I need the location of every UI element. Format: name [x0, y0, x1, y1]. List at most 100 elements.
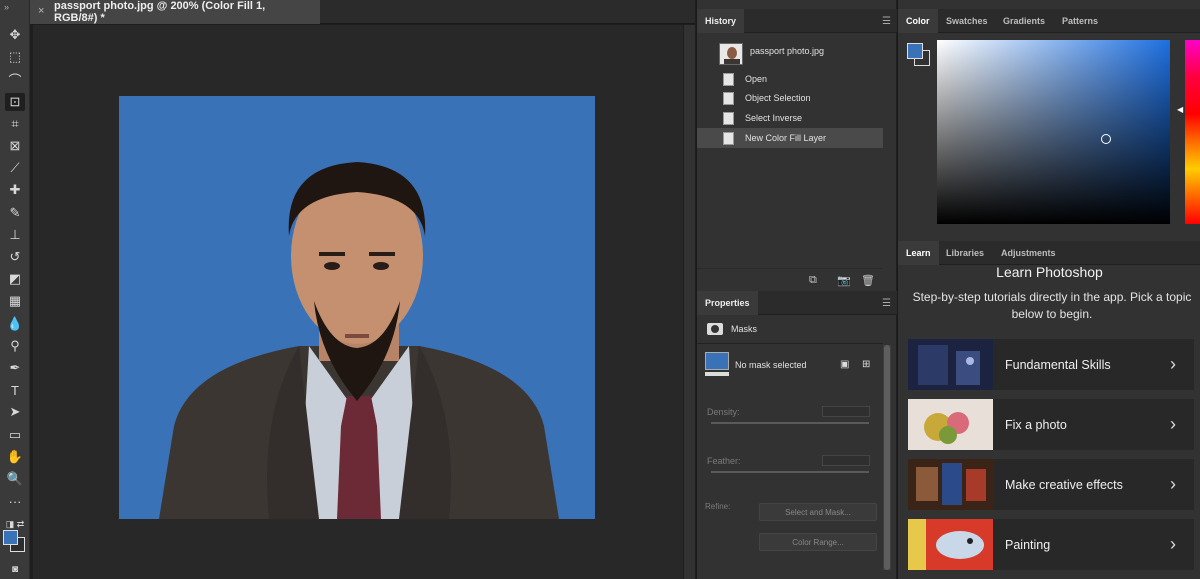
blur-tool-icon[interactable]: 💧	[5, 315, 25, 333]
history-brush-tool-icon[interactable]: ↺	[5, 248, 25, 266]
tab-adjustments[interactable]: Adjustments	[1001, 241, 1056, 265]
color-range-button[interactable]: Color Range...	[759, 533, 877, 551]
clone-stamp-tool-icon[interactable]: ⊥	[5, 226, 25, 244]
canvas-image[interactable]	[119, 96, 595, 519]
history-properties-column: History ☰ passport photo.jpg Open Object …	[696, 0, 897, 579]
collapse-toolbar-icon[interactable]: »	[4, 2, 9, 12]
properties-scrollbar[interactable]	[883, 345, 891, 570]
snapshot-thumbnail[interactable]	[719, 43, 743, 65]
select-and-mask-button[interactable]: Select and Mask...	[759, 503, 877, 521]
eyedropper-tool-icon[interactable]: ⟋	[5, 159, 25, 177]
history-menu-icon[interactable]: ☰	[882, 16, 891, 27]
tools-panel: » ✥ ⬚ ⌒ ⊡ ⌗ ⊠ ⟋ ✚ ✎ ⊥ ↺ ◩ ▦ 💧 ⚲ ✒ T ➤ ▭ ✋ 🔍 ··· ◨ ⇄ ◙	[0, 0, 30, 579]
document-tab[interactable]: × passport photo.jpg @ 200% (Color Fill …	[30, 0, 320, 24]
color-panel-tabbar: Color Swatches Gradients Patterns	[898, 9, 1200, 33]
eraser-tool-icon[interactable]: ◩	[5, 270, 25, 288]
learn-card-make-creative-effects[interactable]: Make creative effects ›	[908, 459, 1194, 510]
tab-history[interactable]: History	[697, 9, 745, 33]
card-thumbnail	[908, 399, 993, 450]
tab-gradients[interactable]: Gradients	[1003, 9, 1045, 33]
dodge-tool-icon[interactable]: ⚲	[5, 337, 25, 355]
tab-libraries[interactable]: Libraries	[946, 241, 984, 265]
properties-menu-icon[interactable]: ☰	[882, 298, 891, 309]
masks-section: Masks	[707, 323, 757, 335]
gradient-tool-icon[interactable]: ▦	[5, 292, 25, 310]
card-thumbnail	[908, 519, 993, 570]
add-vector-mask-icon[interactable]: ⊞	[862, 359, 870, 370]
canvas-scrollbar[interactable]	[684, 25, 695, 579]
document-icon	[723, 72, 734, 86]
chevron-right-icon: ›	[1170, 534, 1176, 554]
lasso-tool-icon[interactable]: ⌒	[5, 70, 25, 88]
delete-state-icon[interactable]: 🗑	[861, 274, 875, 287]
frame-tool-icon[interactable]: ⊠	[5, 137, 25, 155]
learn-subtitle: Step-by-step tutorials directly in the a…	[912, 290, 1192, 321]
portrait-photo	[159, 162, 559, 519]
object-selection-tool-icon[interactable]: ⊡	[5, 93, 25, 111]
learn-card-painting[interactable]: Painting ›	[908, 519, 1194, 570]
document-icon	[723, 91, 734, 105]
history-step-label: Object Selection	[745, 93, 811, 103]
chevron-right-icon: ›	[1170, 474, 1176, 494]
history-step-label: New Color Fill Layer	[745, 133, 827, 143]
feather-slider	[711, 471, 869, 473]
learn-panel-tabbar: Learn Libraries Adjustments	[898, 241, 1200, 265]
hue-slider[interactable]	[1185, 40, 1200, 224]
zoom-tool-icon[interactable]: 🔍	[5, 470, 25, 488]
more-tools-icon[interactable]: ···	[5, 492, 25, 510]
card-label: Fundamental Skills	[1005, 357, 1111, 372]
history-step[interactable]: Select Inverse	[697, 108, 883, 128]
crop-tool-icon[interactable]: ⌗	[5, 115, 25, 133]
hand-tool-icon[interactable]: ✋	[5, 448, 25, 466]
photoshop-window: » ✥ ⬚ ⌒ ⊡ ⌗ ⊠ ⟋ ✚ ✎ ⊥ ↺ ◩ ▦ 💧 ⚲ ✒ T ➤ ▭ ✋ 🔍 ··· ◨ ⇄ ◙ × passp…	[0, 0, 1200, 579]
chevron-right-icon: ›	[1170, 414, 1176, 434]
snapshot-label: passport photo.jpg	[750, 46, 825, 56]
chevron-right-icon: ›	[1170, 354, 1176, 374]
path-selection-tool-icon[interactable]: ➤	[5, 403, 25, 421]
density-slider	[711, 422, 869, 424]
document-tab-title: passport photo.jpg @ 200% (Color Fill 1,…	[54, 0, 266, 24]
history-step-label: Open	[745, 74, 768, 84]
refine-label: Refine:	[705, 502, 731, 511]
feather-input	[822, 455, 870, 466]
card-label: Make creative effects	[1005, 477, 1123, 492]
document-tab-bar: × passport photo.jpg @ 200% (Color Fill …	[30, 0, 695, 24]
quick-mask-icon[interactable]: ◙	[5, 560, 25, 578]
color-picker-ring[interactable]	[1101, 134, 1111, 144]
card-label: Fix a photo	[1005, 417, 1067, 432]
document-icon	[723, 131, 734, 145]
new-document-from-state-icon[interactable]: ⧉	[809, 274, 817, 287]
history-step[interactable]: New Color Fill Layer	[697, 128, 883, 148]
add-pixel-mask-icon[interactable]: ▣	[840, 359, 849, 370]
history-panel-header: History ☰	[697, 9, 897, 33]
tab-swatches[interactable]: Swatches	[946, 9, 988, 33]
color-foreground-swatch[interactable]	[907, 43, 923, 59]
type-tool-icon[interactable]: T	[5, 381, 25, 399]
tab-color[interactable]: Color	[898, 9, 938, 33]
healing-brush-tool-icon[interactable]: ✚	[5, 181, 25, 199]
mask-icon	[707, 323, 723, 335]
snapshot-image	[720, 44, 742, 64]
tab-patterns[interactable]: Patterns	[1062, 9, 1098, 33]
properties-panel-header: Properties ☰	[697, 291, 897, 315]
history-step[interactable]: Object Selection	[697, 88, 883, 108]
marquee-tool-icon[interactable]: ⬚	[5, 48, 25, 66]
pen-tool-icon[interactable]: ✒	[5, 359, 25, 377]
rectangle-tool-icon[interactable]: ▭	[5, 426, 25, 444]
brush-tool-icon[interactable]: ✎	[5, 204, 25, 222]
hue-pointer-icon[interactable]: ◀	[1177, 105, 1183, 114]
create-snapshot-icon[interactable]: 📷	[837, 274, 851, 287]
history-step[interactable]: Open	[697, 69, 883, 89]
mask-status: No mask selected	[735, 360, 807, 370]
tab-learn[interactable]: Learn	[898, 241, 939, 265]
foreground-color-swatch[interactable]	[3, 530, 18, 545]
learn-title: Learn Photoshop	[996, 264, 1103, 280]
color-picker-field[interactable]	[937, 40, 1170, 224]
tab-properties[interactable]: Properties	[697, 291, 758, 315]
learn-card-fundamental-skills[interactable]: Fundamental Skills ›	[908, 339, 1194, 390]
feather-label: Feather:	[707, 456, 741, 466]
close-document-icon[interactable]: ×	[38, 5, 44, 17]
move-tool-icon[interactable]: ✥	[5, 26, 25, 44]
learn-card-fix-a-photo[interactable]: Fix a photo ›	[908, 399, 1194, 450]
color-learn-column: Color Swatches Gradients Patterns ◀ Lear…	[897, 0, 1200, 579]
